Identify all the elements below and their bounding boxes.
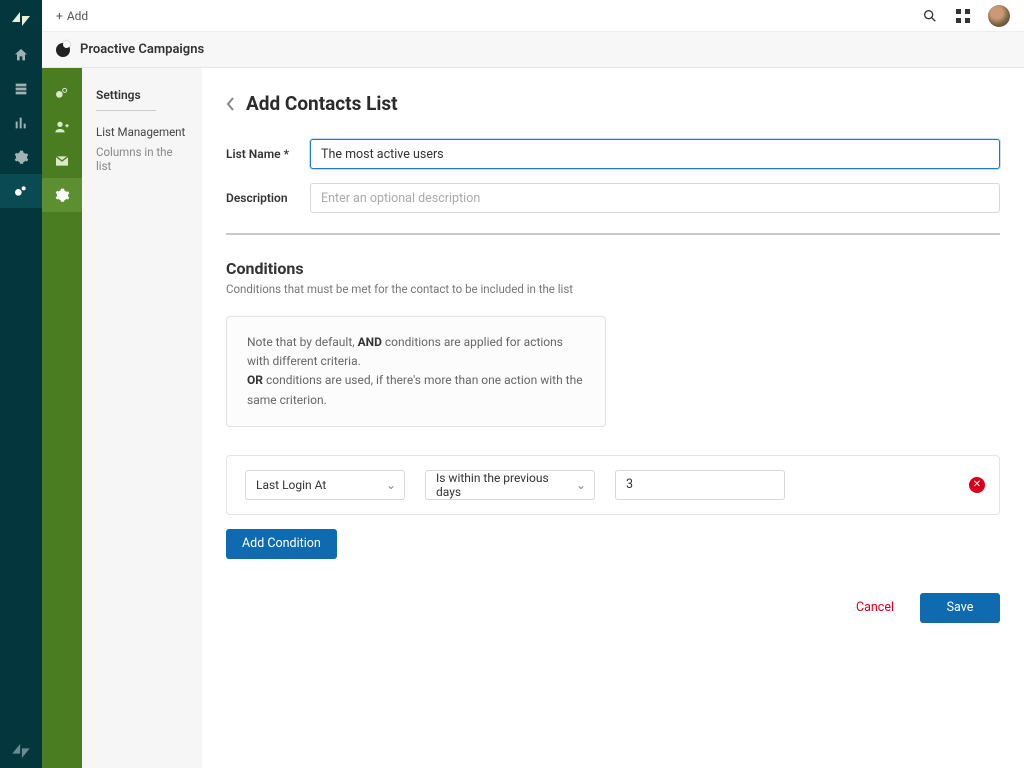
app-nav-settings[interactable]: [42, 178, 82, 212]
conditions-subtitle: Conditions that must be met for the cont…: [226, 282, 1000, 296]
description-label: Description: [226, 191, 292, 205]
app-title: Proactive Campaigns: [80, 42, 204, 57]
condition-field-value: Last Login At: [256, 478, 326, 492]
save-button[interactable]: Save: [920, 593, 1000, 623]
app-nav-messages[interactable]: [42, 144, 82, 178]
add-label: Add: [67, 9, 88, 23]
add-condition-button[interactable]: Add Condition: [226, 529, 337, 559]
search-icon[interactable]: [922, 8, 938, 24]
condition-field-select[interactable]: Last Login At ⌄: [245, 470, 405, 500]
app-rail: [42, 68, 82, 768]
zendesk-footer-icon: [0, 744, 42, 758]
condition-row: Last Login At ⌄ Is within the previous d…: [226, 455, 1000, 515]
note-and: AND: [358, 335, 382, 349]
delete-condition-button[interactable]: ✕: [969, 477, 985, 493]
app-nav-campaigns[interactable]: [42, 76, 82, 110]
add-button[interactable]: + Add: [56, 9, 88, 23]
sidebar-title: Settings: [96, 88, 188, 102]
list-name-label: List Name *: [226, 147, 292, 161]
product-rail: [0, 0, 42, 768]
close-icon: ✕: [973, 479, 981, 490]
chevron-down-icon: ⌄: [576, 478, 586, 492]
condition-operator-value: Is within the previous days: [436, 471, 566, 499]
topbar: + Add: [42, 0, 1024, 32]
sidebar-link-list-management[interactable]: List Management: [96, 125, 188, 139]
condition-value-input[interactable]: [615, 470, 785, 500]
chevron-down-icon: ⌄: [386, 478, 396, 492]
campaign-icon: [56, 43, 70, 57]
zendesk-logo-icon: [10, 8, 32, 30]
app-header: Proactive Campaigns: [42, 32, 1024, 68]
cancel-button[interactable]: Cancel: [840, 593, 910, 623]
note-or: OR: [247, 373, 263, 387]
description-input[interactable]: [310, 183, 1000, 213]
nav-tickets[interactable]: [0, 72, 42, 106]
avatar[interactable]: [988, 5, 1010, 27]
nav-admin[interactable]: [0, 140, 42, 174]
condition-operator-select[interactable]: Is within the previous days ⌄: [425, 470, 595, 500]
nav-reports[interactable]: [0, 106, 42, 140]
sidebar-link-columns[interactable]: Columns in the list: [96, 145, 188, 173]
page-content: Add Contacts List List Name * Descriptio…: [202, 68, 1024, 768]
page-title: Add Contacts List: [246, 92, 398, 115]
conditions-title: Conditions: [226, 259, 1000, 278]
nav-home[interactable]: [0, 38, 42, 72]
apps-icon[interactable]: [956, 9, 970, 23]
sidebar-divider: [96, 110, 156, 111]
section-divider: [226, 233, 1000, 235]
note-text: conditions are used, if there's more tha…: [247, 373, 583, 406]
conditions-note: Note that by default, AND conditions are…: [226, 316, 606, 427]
settings-sidebar: Settings List Management Columns in the …: [82, 68, 202, 768]
app-nav-contacts[interactable]: [42, 110, 82, 144]
list-name-input[interactable]: [310, 139, 1000, 169]
back-icon[interactable]: [226, 96, 236, 112]
plus-icon: +: [56, 9, 63, 23]
note-text: Note that by default,: [247, 335, 358, 349]
nav-proactive-campaigns[interactable]: [0, 174, 42, 208]
